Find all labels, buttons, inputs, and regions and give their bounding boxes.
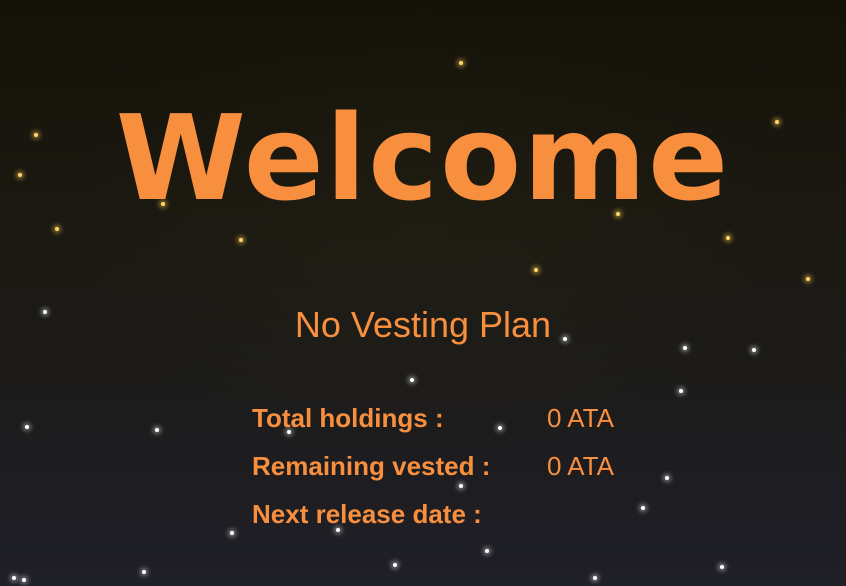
star — [485, 549, 489, 553]
star — [142, 570, 146, 574]
star — [25, 425, 29, 429]
star — [752, 348, 756, 352]
remaining-vested-row: Remaining vested : 0 ATA — [252, 449, 672, 483]
welcome-heading: Welcome — [115, 89, 731, 227]
star — [239, 238, 243, 242]
remaining-vested-label: Remaining vested : — [252, 451, 491, 481]
star — [459, 484, 463, 488]
star — [534, 268, 538, 272]
total-holdings-label: Total holdings : — [252, 403, 444, 433]
star — [459, 61, 463, 65]
star — [726, 236, 730, 240]
star — [806, 277, 810, 281]
star — [393, 563, 397, 567]
total-holdings-value: 0 ATA — [547, 403, 614, 433]
star — [230, 531, 234, 535]
remaining-vested-value: 0 ATA — [547, 451, 614, 481]
next-release-date-row: Next release date : — [252, 497, 672, 531]
star — [155, 428, 159, 432]
star — [12, 576, 16, 580]
total-holdings-row: Total holdings : 0 ATA — [252, 401, 672, 435]
star — [679, 389, 683, 393]
star — [410, 378, 414, 382]
star — [22, 578, 26, 582]
star — [593, 576, 597, 580]
vesting-status: No Vesting Plan — [294, 304, 552, 345]
star — [720, 565, 724, 569]
next-release-date-label: Next release date : — [252, 499, 482, 529]
